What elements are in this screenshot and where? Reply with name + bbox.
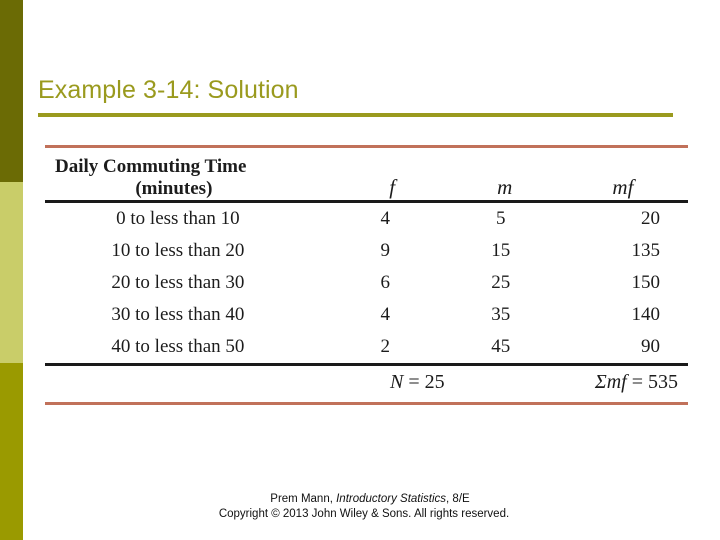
footer-line-1: Prem Mann, Introductory Statistics, 8/E bbox=[0, 492, 720, 507]
cell-mf-3: 140 bbox=[631, 304, 661, 325]
total-sum-mf: Σmf = 535 bbox=[595, 371, 678, 394]
cell-mf-0: 20 bbox=[641, 208, 660, 229]
cell-class-3: 30 to less than 40 bbox=[111, 304, 245, 325]
footer-edition: , 8/E bbox=[446, 493, 470, 505]
cell-m-1: 15 bbox=[491, 240, 511, 261]
cell-m-0: 5 bbox=[495, 208, 506, 229]
cell-mf-4: 90 bbox=[641, 336, 660, 357]
cell-mf-2: 150 bbox=[631, 272, 661, 293]
table-totals-row: N = 25 Σmf = 535 bbox=[45, 366, 688, 402]
sidebar-decoration bbox=[0, 0, 23, 540]
footer-author: Prem Mann, bbox=[270, 493, 337, 505]
table-row: 40 to less than 50 2 45 90 bbox=[45, 331, 688, 363]
total-n-label: N bbox=[390, 371, 404, 393]
cell-f-3: 4 bbox=[380, 304, 390, 325]
column-header-class-line2: (minutes) bbox=[135, 178, 213, 199]
table-bottom-accent-rule bbox=[45, 402, 688, 405]
table-row: 20 to less than 30 6 25 150 bbox=[45, 267, 688, 299]
column-header-class-line1: Daily Commuting Time bbox=[55, 156, 247, 177]
page-title: Example 3-14: Solution bbox=[38, 76, 299, 104]
total-n-equals: = bbox=[403, 371, 425, 393]
footer-attribution: Prem Mann, Introductory Statistics, 8/E … bbox=[0, 492, 720, 522]
column-header-f: f bbox=[389, 175, 396, 199]
sidebar-segment-middle bbox=[0, 182, 23, 363]
total-sum-label: Σmf bbox=[594, 371, 627, 393]
table-row: 30 to less than 40 4 35 140 bbox=[45, 299, 688, 331]
cell-mf-1: 135 bbox=[631, 240, 661, 261]
table-top-spacer bbox=[45, 148, 688, 156]
total-n-value: 25 bbox=[424, 371, 445, 393]
column-header-m: m bbox=[497, 175, 513, 199]
cell-m-2: 25 bbox=[491, 272, 511, 293]
cell-class-0: 0 to less than 10 bbox=[116, 208, 240, 229]
table-row: 0 to less than 10 4 5 20 bbox=[45, 203, 688, 235]
cell-class-1: 10 to less than 20 bbox=[111, 240, 245, 261]
frequency-distribution-body: 0 to less than 10 4 5 20 10 to less than… bbox=[45, 203, 688, 363]
title-underline-rule bbox=[38, 113, 673, 117]
column-header-mf: mf bbox=[612, 175, 634, 199]
table-row: 10 to less than 20 9 15 135 bbox=[45, 235, 688, 267]
slide: Example 3-14: Solution Daily Commuting T… bbox=[0, 0, 720, 540]
sidebar-segment-top bbox=[0, 0, 23, 182]
cell-m-3: 35 bbox=[491, 304, 511, 325]
table-header-row: Daily Commuting Time (minutes) f m mf bbox=[45, 156, 688, 200]
frequency-distribution-table: Daily Commuting Time (minutes) f m mf bbox=[45, 156, 688, 200]
footer-book-title: Introductory Statistics bbox=[336, 493, 447, 505]
footer-line-2: Copyright © 2013 John Wiley & Sons. All … bbox=[218, 508, 510, 520]
total-sum-equals: = bbox=[626, 371, 648, 393]
total-n: N = 25 bbox=[390, 371, 445, 394]
cell-m-4: 45 bbox=[491, 336, 511, 357]
cell-class-4: 40 to less than 50 bbox=[111, 336, 245, 357]
column-header-class: Daily Commuting Time (minutes) bbox=[45, 156, 341, 200]
cell-f-2: 6 bbox=[380, 272, 390, 293]
total-sum-value: 535 bbox=[648, 371, 678, 393]
cell-f-4: 2 bbox=[380, 336, 390, 357]
cell-class-2: 20 to less than 30 bbox=[111, 272, 245, 293]
frequency-table-block: Daily Commuting Time (minutes) f m mf 0 … bbox=[45, 145, 688, 405]
cell-f-1: 9 bbox=[380, 240, 390, 261]
cell-f-0: 4 bbox=[380, 208, 390, 229]
